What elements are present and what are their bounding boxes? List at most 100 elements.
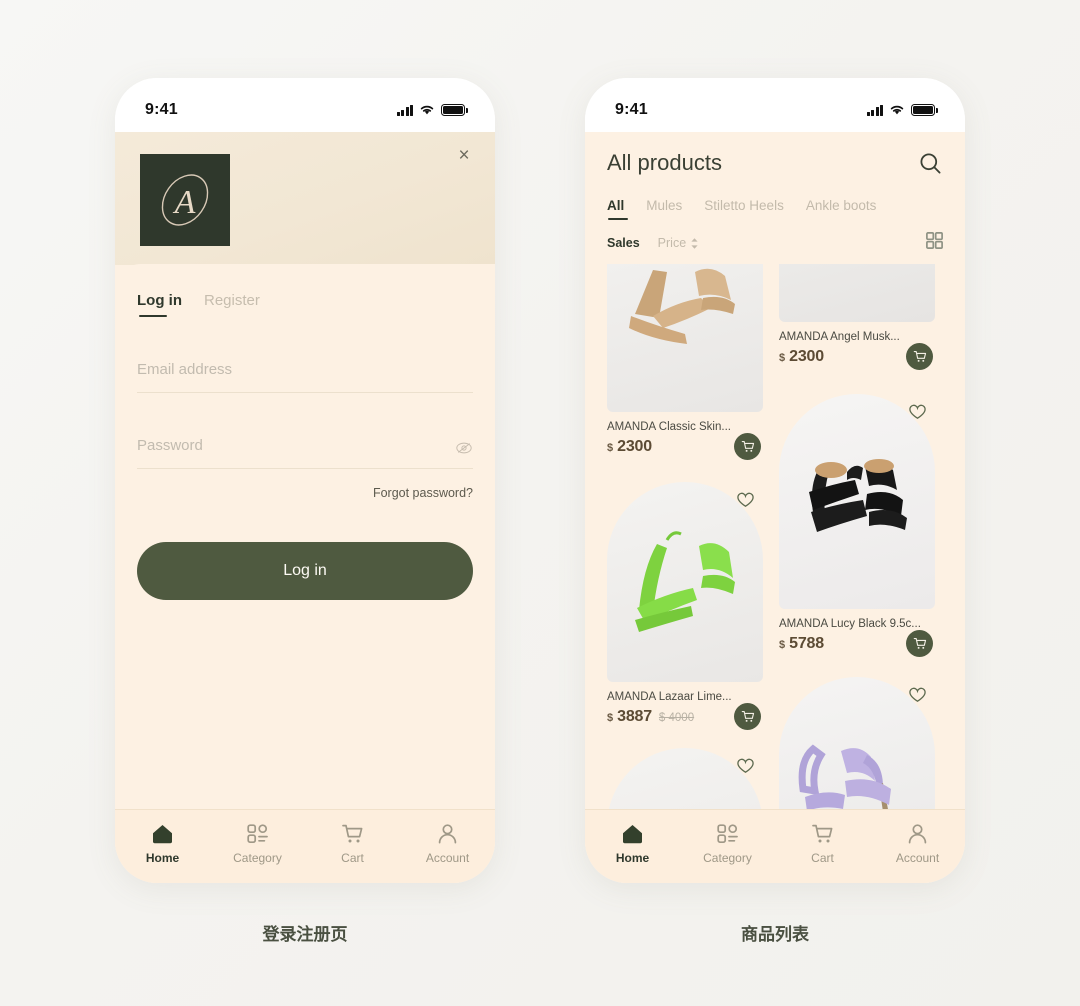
tab-home[interactable]: Home bbox=[590, 823, 676, 865]
tab-account-label: Account bbox=[425, 850, 470, 865]
add-to-cart-button[interactable] bbox=[906, 343, 933, 370]
currency-symbol: $ bbox=[607, 442, 614, 454]
cart-icon bbox=[913, 637, 926, 649]
product-title: AMANDA Lazaar Lime... bbox=[607, 691, 732, 703]
product-price: 2300 bbox=[617, 438, 652, 455]
tab-account[interactable]: Account bbox=[405, 823, 491, 865]
favorite-heart-icon[interactable] bbox=[737, 492, 754, 508]
svg-text:A: A bbox=[173, 184, 196, 221]
add-to-cart-button[interactable] bbox=[734, 703, 761, 730]
lime-green-strappy-heeled-sandals-illustration bbox=[635, 531, 735, 632]
tab-account[interactable]: Account bbox=[875, 823, 961, 865]
person-icon bbox=[438, 823, 457, 843]
login-banner: × A bbox=[115, 132, 495, 265]
sort-price-label: Price bbox=[657, 236, 687, 250]
battery-icon bbox=[911, 104, 938, 116]
category-grid-icon bbox=[717, 823, 738, 843]
screenshot-stage: 9:41 × A Log in Register Email address F… bbox=[0, 0, 1080, 1006]
black-strappy-heeled-mules-illustration bbox=[809, 459, 907, 532]
bottom-tab-bar: Home Category Cart Account bbox=[585, 809, 965, 883]
page-title: All products bbox=[607, 150, 722, 175]
currency-symbol: $ bbox=[779, 352, 786, 364]
product-price: 5788 bbox=[789, 635, 824, 652]
add-to-cart-button[interactable] bbox=[734, 433, 761, 460]
forgot-password-link[interactable]: Forgot password? bbox=[137, 486, 473, 500]
login-form-panel: Log in Register Forgot password? Log in bbox=[115, 264, 495, 882]
cat-tab-stiletto-heels[interactable]: Stiletto Heels bbox=[704, 198, 784, 220]
tab-home-label: Home bbox=[615, 850, 650, 865]
tab-category[interactable]: Category bbox=[215, 823, 301, 865]
logo-monogram-icon: A bbox=[161, 174, 209, 226]
product-card[interactable]: AMANDA Lazaar Lime... $ 3887 $ 4000 bbox=[607, 482, 763, 730]
product-list-screen: All products All Mules Stiletto Heels An… bbox=[585, 132, 965, 883]
tan-strappy-heeled-sandals-illustration bbox=[629, 268, 735, 344]
cat-tab-all[interactable]: All bbox=[607, 198, 629, 220]
tab-register[interactable]: Register bbox=[204, 292, 260, 317]
product-card[interactable]: AMANDA Lucy Black 9.5c... $ 5788 bbox=[779, 394, 935, 657]
status-bar-icons bbox=[866, 104, 938, 116]
email-field-row bbox=[137, 361, 473, 393]
product-title: AMANDA Angel Musk... bbox=[779, 331, 900, 343]
favorite-heart-icon[interactable] bbox=[909, 687, 926, 703]
category-grid-icon bbox=[247, 823, 268, 843]
tab-category-label: Category bbox=[233, 850, 282, 865]
tab-cart-label: Cart bbox=[811, 850, 834, 865]
product-card[interactable]: AMANDA Classic Skin... $ 2300 bbox=[607, 264, 763, 460]
auth-tabs: Log in Register bbox=[137, 264, 473, 317]
login-phone-mockup: 9:41 × A Log in Register Email address F… bbox=[115, 78, 495, 883]
tab-home-label: Home bbox=[145, 850, 180, 865]
cat-tab-ankle-boots[interactable]: Ankle boots bbox=[806, 198, 877, 220]
tab-cart-label: Cart bbox=[341, 850, 364, 865]
product-image bbox=[607, 482, 763, 682]
tab-home[interactable]: Home bbox=[120, 823, 206, 865]
product-column-left: AMANDA Classic Skin... $ 2300 AMANDA Laz… bbox=[607, 264, 763, 809]
cart-icon bbox=[741, 440, 754, 452]
status-bar-icons bbox=[396, 104, 468, 116]
battery-icon bbox=[441, 104, 468, 116]
sort-price[interactable]: Price bbox=[658, 236, 699, 250]
bottom-tab-bar: Home Category Cart Account bbox=[115, 809, 495, 883]
amanda-brand-logo: A bbox=[140, 154, 230, 246]
product-image bbox=[779, 394, 935, 609]
favorite-heart-icon[interactable] bbox=[737, 758, 754, 774]
cart-icon bbox=[342, 824, 363, 842]
product-price-row: $ 2300 bbox=[607, 433, 763, 460]
tab-category[interactable]: Category bbox=[685, 823, 771, 865]
eye-off-icon[interactable] bbox=[455, 441, 473, 455]
category-tabs: All Mules Stiletto Heels Ankle boots bbox=[607, 198, 943, 220]
add-to-cart-button[interactable] bbox=[906, 630, 933, 657]
product-column-right: AMANDA Angel Musk... $ 2300 AMANDA Lucy … bbox=[779, 264, 935, 809]
product-title: AMANDA Classic Skin... bbox=[607, 421, 731, 433]
tab-cart[interactable]: Cart bbox=[310, 823, 396, 865]
product-grid[interactable]: AMANDA Classic Skin... $ 2300 AMANDA Laz… bbox=[585, 264, 965, 809]
status-bar: 9:41 bbox=[115, 78, 495, 132]
email-input[interactable] bbox=[137, 361, 473, 378]
product-price: 2300 bbox=[789, 348, 824, 365]
product-image bbox=[779, 264, 935, 322]
password-field-row bbox=[137, 437, 473, 469]
tab-cart[interactable]: Cart bbox=[780, 823, 866, 865]
search-icon[interactable] bbox=[918, 151, 943, 176]
status-bar: 9:41 bbox=[585, 78, 965, 132]
grid-view-icon[interactable] bbox=[926, 232, 943, 254]
favorite-heart-icon[interactable] bbox=[909, 404, 926, 420]
cart-icon bbox=[741, 710, 754, 722]
product-list-caption: 商品列表 bbox=[741, 925, 809, 944]
sort-sales[interactable]: Sales bbox=[607, 236, 640, 250]
wifi-icon bbox=[890, 105, 904, 115]
cat-tab-mules[interactable]: Mules bbox=[646, 198, 682, 220]
close-icon[interactable]: × bbox=[451, 142, 477, 168]
wifi-icon bbox=[420, 105, 434, 115]
product-title: AMANDA Lucy Black 9.5c... bbox=[779, 618, 921, 630]
currency-symbol: $ bbox=[779, 639, 786, 651]
login-screen-caption: 登录注册页 bbox=[262, 925, 348, 944]
product-price-row: $ 5788 bbox=[779, 630, 935, 657]
product-card[interactable] bbox=[607, 748, 763, 809]
tab-log-in[interactable]: Log in bbox=[137, 292, 182, 317]
sort-row: Sales Price bbox=[607, 232, 943, 254]
password-input[interactable] bbox=[137, 437, 473, 454]
product-card[interactable]: AMANDA Angel Musk... $ 2300 bbox=[779, 264, 935, 370]
product-card[interactable] bbox=[779, 677, 935, 809]
log-in-button[interactable]: Log in bbox=[137, 542, 473, 600]
home-icon bbox=[623, 824, 642, 843]
